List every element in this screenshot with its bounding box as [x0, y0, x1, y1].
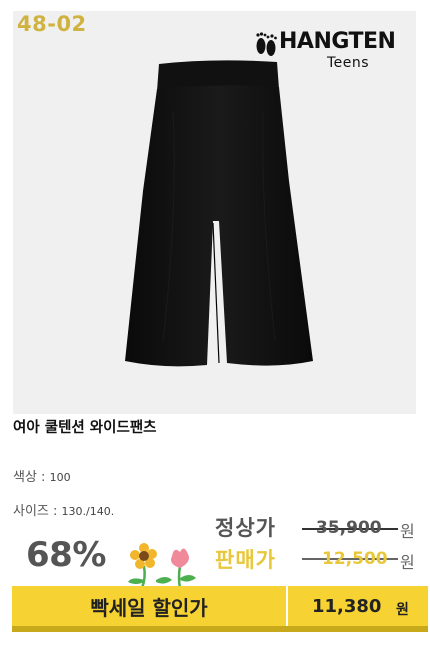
sale-price-label: 판매가	[215, 548, 276, 572]
brand-logo: HANGTEN Teens	[245, 23, 416, 75]
flash-sale-price: 11,380	[312, 596, 382, 617]
flower-icon	[128, 543, 196, 589]
color-option: 색상 : 100	[13, 466, 71, 485]
product-name[interactable]: 여아 쿨텐션 와이드팬츠	[13, 416, 157, 437]
sale-price-won: 원	[400, 553, 415, 572]
sale-price: 12,500	[322, 549, 388, 569]
flash-sale-label: 빡세일 할인가	[90, 596, 208, 620]
product-card[interactable]: 48-02 HANGTEN Teens 여아 쿨텐션 와이드팬츠 색상 : 10…	[0, 0, 430, 650]
color-value: 100	[49, 471, 71, 484]
flash-sale-banner[interactable]: 빡세일 할인가 11,380 원	[12, 586, 428, 632]
regular-price-won: 원	[400, 522, 415, 541]
banner-shadow	[12, 626, 428, 632]
brand-name: HANGTEN	[279, 29, 396, 54]
size-label: 사이즈 :	[13, 504, 58, 519]
color-label: 색상 :	[13, 470, 46, 485]
product-code: 48-02	[17, 12, 87, 36]
flash-sale-won: 원	[396, 602, 409, 618]
size-option: 사이즈 : 130./140.	[13, 500, 114, 519]
regular-price-label: 정상가	[215, 516, 276, 540]
size-value: 130./140.	[61, 505, 115, 518]
footprint-logo-icon	[256, 32, 277, 56]
product-image[interactable]: 48-02 HANGTEN Teens	[13, 11, 416, 414]
brand-subline: Teens	[327, 55, 370, 71]
regular-price: 35,900	[316, 518, 382, 538]
discount-rate: 68%	[26, 535, 106, 575]
